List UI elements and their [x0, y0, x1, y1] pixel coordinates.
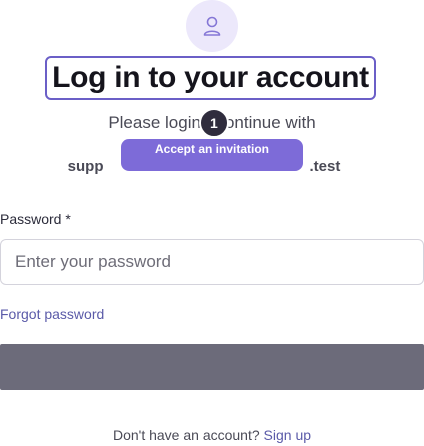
invitation-tooltip[interactable]: Accept an invitation [121, 139, 303, 171]
avatar [186, 0, 238, 52]
forgot-password-link[interactable]: Forgot password [0, 306, 104, 322]
accept-invitation-label: Accept an invitation [154, 142, 270, 156]
signup-prompt: Don't have an account? Sign up [0, 427, 424, 443]
login-button[interactable] [0, 344, 424, 390]
email-suffix: .test [309, 158, 341, 175]
password-label: Password * [0, 211, 71, 227]
password-label-text: Password [0, 211, 62, 227]
user-icon [203, 16, 221, 36]
email-prefix: supp [67, 158, 104, 175]
page-title-highlight: Log in to your account [45, 56, 376, 100]
required-marker: * [65, 211, 71, 227]
step-badge: 1 [198, 108, 229, 138]
login-subtitle: Please login 1 ontinue with [0, 108, 424, 138]
password-input[interactable] [0, 239, 424, 285]
subtitle-text-after: ontinue with [224, 113, 316, 132]
signup-prompt-text: Don't have an account? [112, 427, 260, 443]
signup-link[interactable]: Sign up [264, 427, 311, 443]
login-page: Log in to your account Please login 1 ont… [0, 0, 424, 446]
subtitle-text-before: Please login [108, 113, 201, 132]
page-title: Log in to your account [52, 61, 369, 94]
